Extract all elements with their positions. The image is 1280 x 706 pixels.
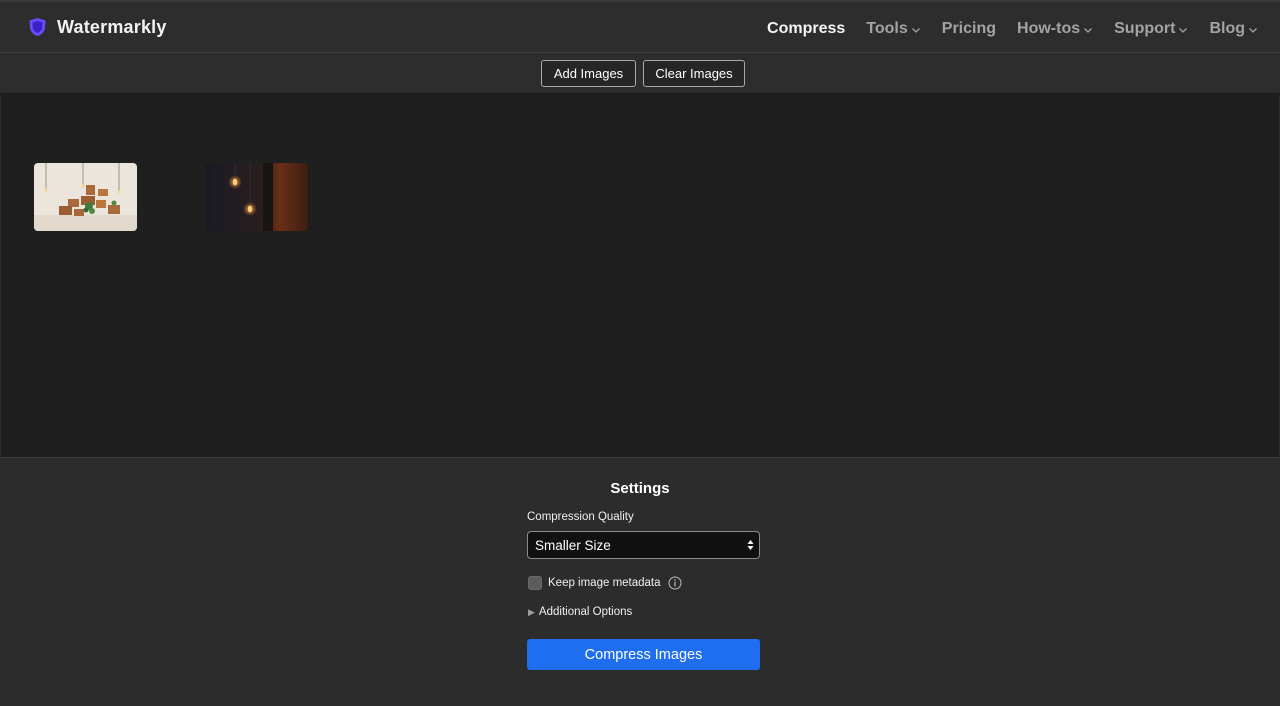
chevron-down-icon — [1084, 28, 1093, 33]
nav-item-support[interactable]: Support — [1114, 20, 1188, 38]
additional-options-label: Additional Options — [538, 606, 633, 618]
nav-item-label: Blog — [1209, 20, 1245, 37]
image-thumbnail[interactable] — [205, 163, 308, 231]
compression-quality-select[interactable]: Smaller Size — [527, 531, 760, 559]
wall-shelves-photo — [34, 163, 137, 231]
top-header: Watermarkly Compress Tools Pricing How-t… — [0, 0, 1280, 53]
brand-name: Watermarkly — [57, 16, 167, 37]
nav-item-compress[interactable]: Compress — [767, 20, 845, 38]
image-toolbar: Add Images Clear Images — [0, 53, 1280, 94]
chevron-down-icon — [1179, 28, 1188, 33]
chevron-down-icon — [1249, 28, 1257, 33]
disclosure-triangle-icon: ▶ — [528, 606, 535, 617]
edison-bulbs-photo — [205, 163, 308, 231]
shield-logo-icon — [29, 18, 46, 36]
compression-quality-label: Compression Quality — [527, 511, 634, 523]
image-canvas[interactable] — [1, 94, 1279, 457]
nav-item-tools[interactable]: Tools — [866, 20, 920, 38]
main-nav: Compress Tools Pricing How-tos Support B… — [746, 18, 1258, 40]
nav-item-blog[interactable]: Blog — [1209, 20, 1258, 38]
settings-panel: Settings Compression Quality Smaller Siz… — [0, 457, 1280, 706]
nav-item-pricing[interactable]: Pricing — [942, 20, 996, 38]
additional-options-toggle[interactable]: ▶ Additional Options — [528, 605, 632, 619]
keep-metadata-row: Keep image metadata — [528, 575, 682, 590]
select-arrows-icon — [747, 540, 754, 550]
keep-metadata-label[interactable]: Keep image metadata — [548, 577, 661, 589]
add-images-button[interactable]: Add Images — [541, 60, 636, 87]
nav-item-label: Tools — [866, 20, 908, 37]
chevron-down-icon — [911, 28, 920, 33]
info-icon[interactable] — [668, 576, 682, 590]
clear-images-button[interactable]: Clear Images — [643, 60, 745, 87]
nav-item-how-tos[interactable]: How-tos — [1017, 20, 1093, 38]
nav-item-label: How-tos — [1017, 20, 1081, 37]
settings-title: Settings — [610, 480, 670, 497]
nav-item-label: Compress — [767, 20, 846, 37]
brand[interactable]: Watermarkly — [28, 16, 167, 38]
compress-images-button[interactable]: Compress Images — [527, 639, 760, 670]
nav-item-label: Support — [1114, 20, 1176, 37]
image-thumbnail[interactable] — [34, 163, 137, 231]
compression-quality-value: Smaller Size — [535, 537, 611, 553]
keep-metadata-checkbox[interactable] — [528, 575, 542, 590]
nav-item-label: Pricing — [941, 20, 997, 37]
